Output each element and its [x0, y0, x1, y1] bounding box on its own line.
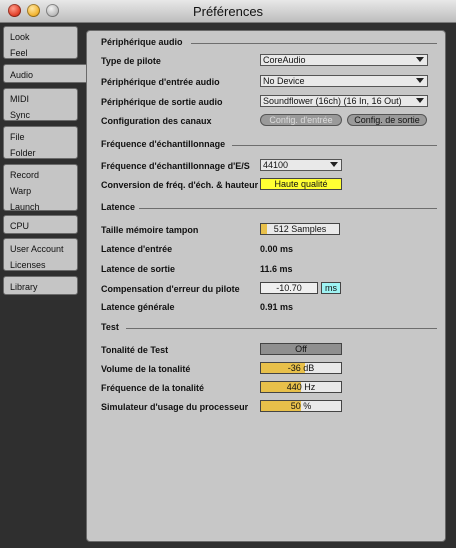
test-tone-toggle[interactable]: Off	[260, 343, 342, 355]
input-device-dropdown[interactable]: No Device	[260, 75, 428, 87]
output-config-button[interactable]: Config. de sortie	[347, 114, 427, 126]
tab-label: Feel	[10, 48, 28, 58]
chevron-down-icon	[416, 98, 424, 103]
tab-label: Library	[10, 282, 38, 292]
channel-config-label: Configuration des canaux	[101, 116, 212, 126]
chevron-down-icon	[416, 78, 424, 83]
buffer-size-value: 512 Samples	[273, 224, 327, 234]
window-title: Préférences	[192, 4, 264, 19]
tab-label: CPU	[10, 221, 30, 231]
preferences-window: Préférences Look Feel Audio MIDI Sync Fi…	[0, 0, 456, 548]
driver-type-value: CoreAudio	[263, 55, 306, 65]
section-test-heading: Test	[101, 322, 119, 332]
input-latency-label: Latence d'entrée	[101, 244, 173, 254]
chevron-down-icon	[330, 162, 338, 167]
buffer-size-field[interactable]: 512 Samples	[260, 223, 340, 235]
tab-audio[interactable]: Audio	[3, 64, 87, 83]
tab-label: Audio	[10, 70, 34, 80]
cpu-simulator-label: Simulateur d'usage du processeur	[101, 402, 249, 412]
tab-look-feel[interactable]: Look Feel	[3, 26, 78, 59]
tab-label: Launch	[10, 202, 40, 212]
driver-type-label: Type de pilote	[101, 56, 161, 66]
driver-compensation-field[interactable]: -10.70	[260, 282, 318, 294]
sample-rate-dropdown[interactable]: 44100	[260, 159, 342, 171]
driver-compensation-label: Compensation d'erreur du pilote	[101, 284, 240, 294]
overall-latency-value: 0.91 ms	[260, 302, 294, 312]
sr-conversion-label: Conversion de fréq. d'éch. & hauteur	[101, 180, 259, 190]
section-divider	[232, 145, 437, 146]
section-divider	[139, 208, 437, 209]
tone-frequency-label: Fréquence de la tonalité	[101, 383, 205, 393]
tab-label: MIDI	[10, 94, 29, 104]
tab-library[interactable]: Library	[3, 276, 78, 295]
tab-label: Folder	[10, 148, 36, 158]
buffer-size-label: Taille mémoire tampon	[101, 225, 199, 235]
chevron-down-icon	[416, 57, 424, 62]
tone-frequency-value: 440 Hz	[286, 382, 316, 392]
tab-label: Warp	[10, 186, 32, 196]
title-bar: Préférences	[0, 0, 456, 23]
input-device-label: Périphérique d'entrée audio	[101, 77, 220, 87]
cpu-simulator-value: 50 %	[290, 401, 312, 411]
output-device-value: Soundflower (16ch) (16 In, 16 Out)	[263, 96, 402, 106]
tab-label: Sync	[10, 110, 31, 120]
tone-volume-label: Volume de la tonalité	[101, 364, 191, 374]
tab-label: Look	[10, 32, 30, 42]
tab-record-warp-launch[interactable]: Record Warp Launch	[3, 164, 78, 212]
buffer-size-fill	[261, 224, 267, 234]
tab-label: Licenses	[10, 260, 46, 270]
compensation-unit-toggle[interactable]: ms	[321, 282, 341, 294]
section-sample-rate-heading: Fréquence d'échantillonnage	[101, 139, 226, 149]
tab-midi-sync[interactable]: MIDI Sync	[3, 88, 78, 121]
output-device-label: Périphérique de sortie audio	[101, 97, 223, 107]
tab-user-account-licenses[interactable]: User Account Licenses	[3, 238, 78, 271]
output-device-dropdown[interactable]: Soundflower (16ch) (16 In, 16 Out)	[260, 95, 428, 107]
test-tone-label: Tonalité de Test	[101, 345, 169, 355]
output-latency-value: 11.6 ms	[260, 264, 293, 274]
output-latency-label: Latence de sortie	[101, 264, 176, 274]
tab-label: User Account	[10, 244, 64, 254]
tab-file-folder[interactable]: File Folder	[3, 126, 78, 159]
input-latency-value: 0.00 ms	[260, 244, 294, 254]
tab-label: File	[10, 132, 25, 142]
cpu-simulator-field[interactable]: 50 %	[260, 400, 342, 412]
section-divider	[126, 328, 437, 329]
section-latency-heading: Latence	[101, 202, 136, 212]
sample-rate-value: 44100	[263, 160, 289, 170]
input-device-value: No Device	[263, 76, 305, 86]
overall-latency-label: Latence générale	[101, 302, 175, 312]
tone-volume-field[interactable]: -36 dB	[260, 362, 342, 374]
section-divider	[191, 43, 437, 44]
tone-frequency-field[interactable]: 440 Hz	[260, 381, 342, 393]
sample-rate-label: Fréquence d'échantillonnage d'E/S	[101, 161, 250, 171]
input-config-button[interactable]: Config. d'entrée	[260, 114, 342, 126]
tab-label: Record	[10, 170, 40, 180]
section-audio-device-heading: Périphérique audio	[101, 37, 183, 47]
tone-volume-value: -36 dB	[287, 363, 315, 373]
tab-cpu[interactable]: CPU	[3, 215, 78, 234]
high-quality-toggle[interactable]: Haute qualité	[260, 178, 342, 190]
driver-type-dropdown[interactable]: CoreAudio	[260, 54, 428, 66]
